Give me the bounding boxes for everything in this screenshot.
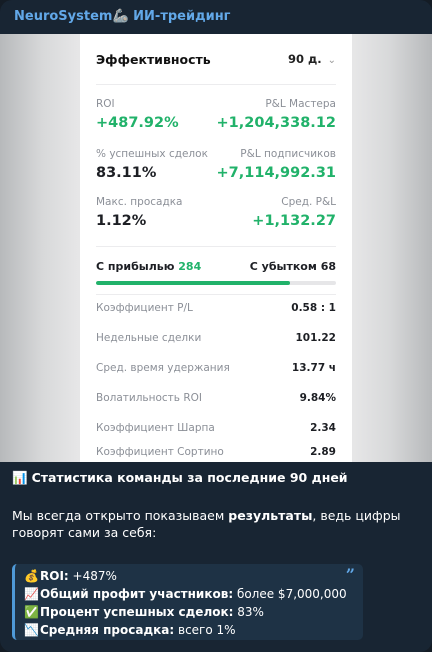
stat-value: 9.84%	[299, 392, 336, 404]
quote-value: всего 1%	[174, 623, 236, 637]
money-bag-emoji: 💰	[24, 569, 39, 583]
message-photo[interactable]: Эффективность 90 д. ⌄ ROI +487.92% P&L Ма…	[0, 34, 432, 462]
quote-label: Процент успешных сделок:	[40, 605, 234, 619]
stat-row: Волатильность ROI 9.84%	[96, 392, 336, 410]
metric-pl-subscribers: P&L подписчиков +7,114,992.31	[206, 148, 336, 181]
quote-line: 💰ROI: +487%	[24, 567, 355, 585]
quote-label: Средняя просадка:	[40, 623, 175, 637]
channel-name-text: NeuroSystem	[14, 9, 113, 24]
stat-row: Коэффициент Шарпа 2.34	[96, 422, 336, 440]
quote-value: более $7,000,000	[233, 587, 347, 601]
chevron-down-icon: ⌄	[327, 55, 336, 66]
loss-label: С убытком	[249, 260, 317, 273]
stat-value: 2.89	[310, 446, 336, 458]
quote-line: ✅Процент успешных сделок: 83%	[24, 603, 355, 621]
blockquote: ” 💰ROI: +487% 📈Общий профит участников: …	[12, 564, 363, 640]
metric-value: +1,204,338.12	[216, 115, 336, 131]
metric-value: +7,114,992.31	[216, 165, 336, 181]
profit-ratio-fill	[96, 281, 290, 285]
stat-value: 13.77 ч	[291, 362, 336, 374]
card-header: Эффективность 90 д. ⌄	[96, 52, 336, 72]
quote-line: 📈Общий профит участников: более $7,000,0…	[24, 585, 355, 603]
metric-label: P&L Мастера	[265, 98, 336, 110]
stat-row: Сред. время удержания 13.77 ч	[96, 362, 336, 380]
metric-value: +1,132.27	[252, 213, 336, 229]
profit-count: 284	[178, 260, 202, 273]
stat-row: Недельные сделки 101.22	[96, 332, 336, 350]
stat-row: Коэффициент P/L 0.58 : 1	[96, 302, 336, 320]
quote-label: Общий профит участников:	[40, 587, 234, 601]
quote-value: +487%	[68, 569, 117, 583]
chart-up-emoji: 📈	[24, 587, 39, 601]
quote-value: 83%	[233, 605, 264, 619]
stat-label: Недельные сделки	[96, 332, 202, 344]
loss-count-label: С убытком 68	[250, 260, 336, 273]
stat-label: Коэффициент P/L	[96, 302, 193, 314]
loss-count: 68	[320, 260, 336, 273]
metric-pl-master: P&L Мастера +1,204,338.12	[206, 98, 336, 131]
stat-label: Коэффициент Сортино	[96, 446, 224, 458]
period-selector: 90 д. ⌄	[288, 52, 336, 66]
stat-value: 101.22	[295, 332, 336, 344]
metric-label: Сред. P&L	[281, 196, 336, 208]
divider	[96, 294, 336, 295]
profit-count-label: С прибылью 284	[96, 260, 201, 273]
divider	[96, 246, 336, 247]
channel-name-suffix: ИИ-трейдинг	[133, 9, 231, 24]
stat-row: Коэффициент Сортино 2.89	[96, 446, 336, 462]
message-paragraph: Мы всегда открыто показываем результаты,…	[12, 507, 420, 541]
headline-text: Статистика команды за последние 90 дней	[31, 470, 348, 485]
paragraph-text: Мы всегда открыто показываем	[12, 508, 229, 523]
metric-avg-pl: Сред. P&L +1,132.27	[206, 196, 336, 229]
card-title: Эффективность	[96, 52, 211, 67]
period-value: 90 д.	[287, 52, 322, 66]
profit-label: С прибылью	[96, 260, 175, 273]
chart-down-emoji: 📉	[24, 623, 39, 637]
quote-label: ROI:	[40, 569, 69, 583]
message-bubble: NeuroSystem🦾 ИИ-трейдинг Эффективность 9…	[0, 0, 432, 652]
quote-line: 📉Средняя просадка: всего 1%	[24, 621, 355, 639]
stat-value: 2.34	[310, 422, 336, 434]
divider	[96, 84, 336, 85]
profit-ratio-bar	[96, 281, 336, 285]
stat-label: Коэффициент Шарпа	[96, 422, 215, 434]
message-headline: 📊 Статистика команды за последние 90 дне…	[12, 469, 420, 486]
metric-label: P&L подписчиков	[240, 148, 336, 160]
performance-card: Эффективность 90 д. ⌄ ROI +487.92% P&L Ма…	[80, 34, 352, 462]
bar-chart-emoji: 📊	[12, 470, 28, 485]
mechanical-arm-emoji: 🦾	[112, 9, 129, 24]
profit-loss-row: С прибылью 284 С убытком 68	[96, 260, 336, 276]
stat-label: Волатильность ROI	[96, 392, 202, 404]
stat-label: Сред. время удержания	[96, 362, 230, 374]
paragraph-bold: результаты	[228, 508, 313, 523]
stat-value: 0.58 : 1	[291, 302, 336, 314]
quote-icon: ”	[345, 565, 355, 584]
channel-name[interactable]: NeuroSystem🦾 ИИ-трейдинг	[14, 9, 230, 24]
check-mark-emoji: ✅	[24, 605, 39, 619]
